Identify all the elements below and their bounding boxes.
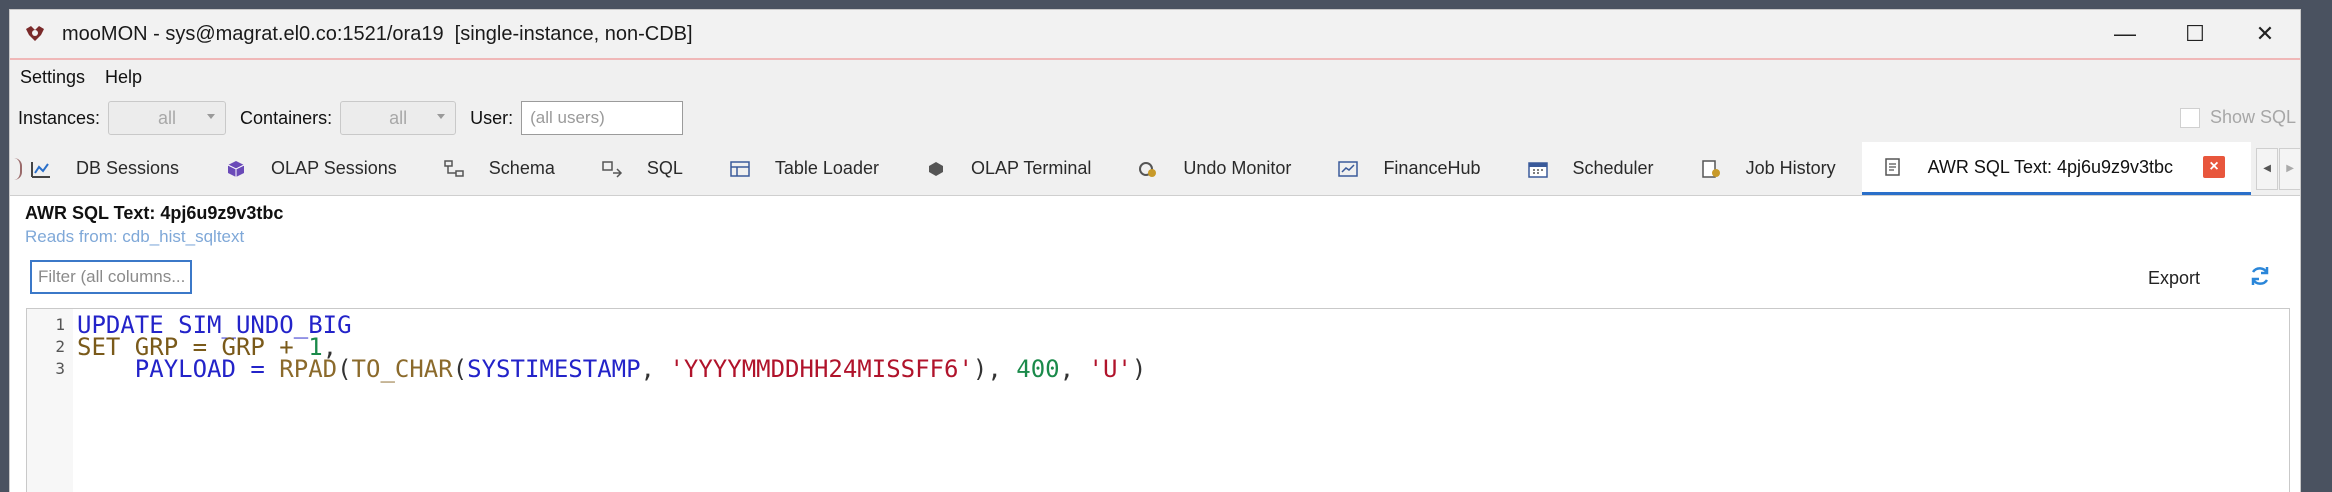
containers-select[interactable]: all <box>340 101 457 135</box>
finance-icon <box>1338 160 1359 177</box>
refresh-icon[interactable] <box>2248 264 2272 288</box>
tab-job-history[interactable]: Job History <box>1680 142 1862 195</box>
tab-sql[interactable]: SQL <box>581 142 709 195</box>
chevron-right-icon: ▶ <box>2286 163 2294 174</box>
code-token: ) <box>1131 355 1147 383</box>
panel-title: AWR SQL Text: 4pj6u9z9v3tbc <box>25 203 284 223</box>
tab-bar: DB Sessions OLAP Sessions Schema SQL Tab… <box>10 142 2300 196</box>
code-token: , <box>1059 355 1089 383</box>
close-window-button[interactable]: ✕ <box>2230 10 2300 58</box>
code-token: , <box>640 355 670 383</box>
code-token: TO_CHAR <box>351 355 453 383</box>
olap-cube-icon <box>227 160 245 177</box>
tab-olap-sessions[interactable]: OLAP Sessions <box>205 142 423 195</box>
filter-toolbar: Instances: all Containers: all User: Sho… <box>10 94 2300 142</box>
job-history-icon <box>1701 159 1720 178</box>
filter-input[interactable] <box>30 260 192 294</box>
table-loader-icon <box>730 160 750 177</box>
tab-label: Scheduler <box>1572 158 1654 178</box>
moomon-logo-icon <box>26 26 44 41</box>
tab-schema[interactable]: Schema <box>423 142 581 195</box>
tab-scheduler[interactable]: Scheduler <box>1507 142 1680 195</box>
calendar-icon <box>1527 161 1548 178</box>
scroll-tabs-right-button[interactable]: ▶ <box>2279 147 2300 190</box>
tab-label: FinanceHub <box>1383 158 1481 178</box>
sql-text-editor[interactable]: 1 2 3 UPDATE SIM_UNDO_BIG SET GRP = GRP … <box>26 308 2290 492</box>
sql-icon <box>602 160 622 178</box>
code-token: ), <box>972 355 1017 383</box>
tab-awr-sql-text[interactable]: AWR SQL Text: 4pj6u9z9v3tbc × <box>1861 142 2252 195</box>
instances-value: all <box>158 107 177 128</box>
title-bar: mooMON - sys@magrat.el0.co:1521/ora19 [s… <box>10 10 2300 58</box>
maximize-button[interactable]: ☐ <box>2160 10 2230 58</box>
window-controls: — ☐ ✕ <box>2090 10 2300 58</box>
code-token: 'YYYYMMDDHH24MISSFF6' <box>669 355 973 383</box>
tab-label: Table Loader <box>774 158 879 178</box>
app-window: mooMON - sys@magrat.el0.co:1521/ora19 [s… <box>9 9 2301 492</box>
show-sql-checkbox[interactable] <box>2179 107 2200 128</box>
tab-scroll-controls: ◀ ▶ <box>2255 142 2300 195</box>
instances-select[interactable]: all <box>108 101 227 135</box>
user-label: User: <box>470 107 514 128</box>
document-icon <box>1884 158 1900 176</box>
close-icon: × <box>2209 158 2219 175</box>
minimize-button[interactable]: — <box>2090 10 2160 58</box>
code-token: SYSTIMESTAMP <box>467 355 641 383</box>
scroll-tabs-left-button[interactable]: ◀ <box>2256 147 2279 190</box>
maximize-icon: ☐ <box>2185 21 2205 46</box>
export-button[interactable]: Export <box>2148 268 2200 289</box>
tab-financehub[interactable]: FinanceHub <box>1317 142 1506 195</box>
user-input[interactable] <box>521 101 684 135</box>
chevron-left-icon: ◀ <box>2263 163 2271 174</box>
chevron-down-icon <box>437 114 446 119</box>
tab-label: DB Sessions <box>76 158 180 178</box>
line-number: 2 <box>55 337 65 356</box>
code-token: PAYLOAD = <box>134 355 280 383</box>
window-title: mooMON - sys@magrat.el0.co:1521/ora19 [s… <box>62 22 693 45</box>
code-token: ( <box>337 355 352 383</box>
panel-subtitle: Reads from: cdb_hist_sqltext <box>25 227 245 246</box>
close-tab-button[interactable]: × <box>2203 156 2226 178</box>
containers-value: all <box>389 107 408 128</box>
tab-label: Schema <box>488 158 555 178</box>
tab-label: OLAP Sessions <box>271 158 397 178</box>
undo-monitor-icon <box>1139 161 1157 177</box>
tab-label: Undo Monitor <box>1183 158 1292 178</box>
code-token: ( <box>452 355 468 383</box>
containers-label: Containers: <box>240 107 333 128</box>
terminal-cube-icon <box>928 161 943 176</box>
line-number: 1 <box>55 315 65 334</box>
line-number: 3 <box>55 359 65 378</box>
tab-label: OLAP Terminal <box>970 158 1092 178</box>
tab-db-sessions[interactable]: DB Sessions <box>10 142 205 195</box>
tab-table-loader[interactable]: Table Loader <box>709 142 905 195</box>
tab-olap-terminal[interactable]: OLAP Terminal <box>905 142 1117 195</box>
chevron-down-icon <box>207 114 216 119</box>
tab-label: Job History <box>1745 158 1836 178</box>
close-icon: ✕ <box>2255 21 2275 46</box>
tab-label: AWR SQL Text: 4pj6u9z9v3tbc <box>1927 156 2174 177</box>
code-token: RPAD <box>279 355 338 383</box>
line-number-gutter: 1 2 3 <box>27 309 73 492</box>
menu-settings[interactable]: Settings <box>10 67 95 88</box>
code-token: 'U' <box>1088 355 1132 383</box>
instances-label: Instances: <box>18 107 101 128</box>
minimize-icon: — <box>2114 21 2136 46</box>
sessions-chart-icon <box>31 161 50 178</box>
schema-tree-icon <box>444 159 464 177</box>
code-token: 400 <box>1016 355 1060 383</box>
tab-label: SQL <box>646 158 683 178</box>
tab-undo-monitor[interactable]: Undo Monitor <box>1117 142 1317 195</box>
show-sql-label: Show SQL <box>2209 107 2296 127</box>
menu-help[interactable]: Help <box>95 67 152 88</box>
menu-bar: Settings Help <box>10 60 2300 94</box>
code-line-3: PAYLOAD = RPAD(TO_CHAR(SYSTIMESTAMP, 'YY… <box>77 355 1147 383</box>
show-sql-toggle[interactable]: Show SQL <box>2179 107 2296 128</box>
